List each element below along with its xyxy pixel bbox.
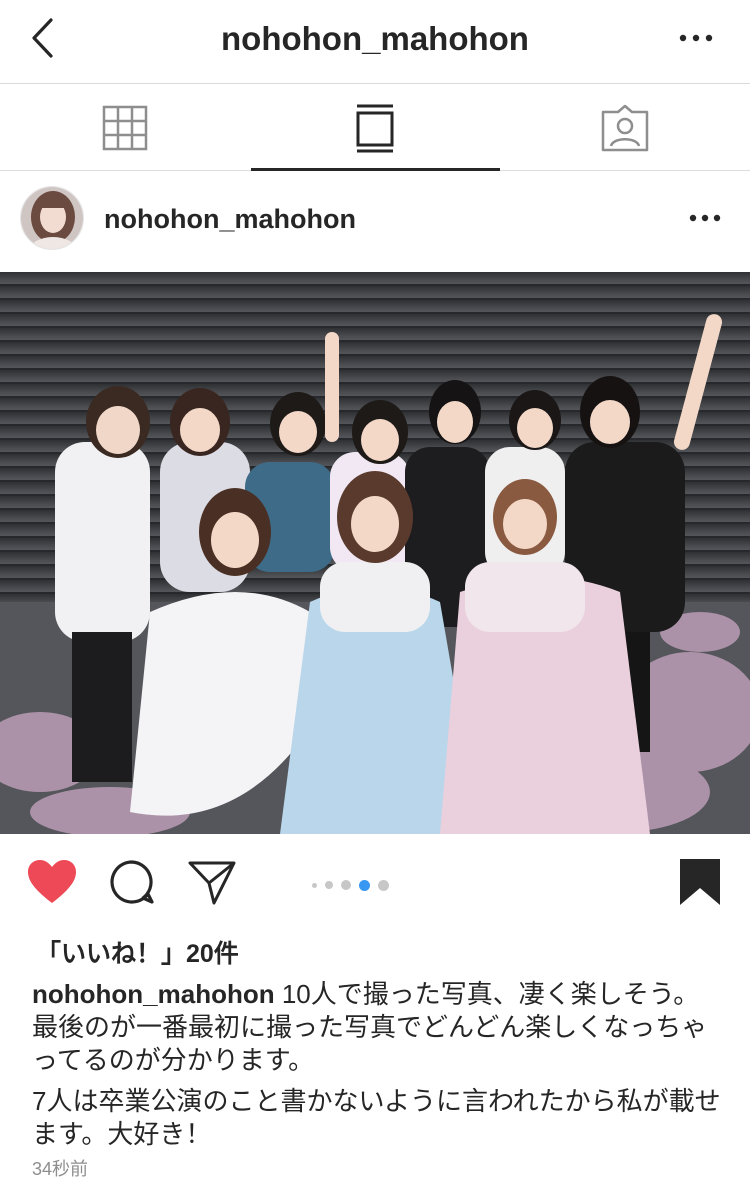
post-options-button[interactable] bbox=[688, 208, 722, 228]
carousel-dot bbox=[325, 881, 333, 889]
share-button[interactable] bbox=[184, 854, 240, 910]
profile-view-tabs bbox=[0, 85, 750, 171]
carousel-dot-active bbox=[359, 879, 370, 891]
carousel-dot bbox=[312, 882, 317, 888]
ellipsis-icon bbox=[679, 34, 713, 42]
likes-count[interactable]: 「いいね！」20件 bbox=[36, 934, 239, 970]
caption-username[interactable]: nohohon_mahohon bbox=[32, 979, 275, 1009]
carousel-dot bbox=[378, 879, 389, 891]
save-button[interactable] bbox=[672, 854, 728, 910]
bookmark-icon bbox=[680, 859, 720, 905]
tagged-icon bbox=[601, 104, 649, 152]
carousel-indicator bbox=[312, 877, 412, 893]
post-header: nohohon_mahohon bbox=[0, 172, 750, 272]
send-icon bbox=[188, 861, 236, 905]
post-username[interactable]: nohohon_mahohon bbox=[104, 204, 356, 235]
comment-button[interactable] bbox=[104, 854, 160, 910]
active-tab-indicator bbox=[251, 168, 500, 171]
heart-icon bbox=[28, 860, 76, 903]
tab-grid[interactable] bbox=[0, 85, 250, 171]
carousel-dot bbox=[341, 880, 351, 890]
caption-text-2: 7人は卒業公演のこと書かないように言われたから私が載せます。大好き！ bbox=[32, 1086, 721, 1149]
top-bar: nohohon_mahohon bbox=[0, 0, 750, 84]
more-options-button[interactable] bbox=[676, 26, 716, 50]
tab-feed[interactable] bbox=[250, 85, 500, 171]
post-timestamp: 34秒前 bbox=[32, 1159, 89, 1179]
like-button[interactable] bbox=[24, 854, 80, 910]
avatar[interactable] bbox=[20, 186, 84, 250]
post-photo[interactable] bbox=[0, 272, 750, 834]
tab-tagged[interactable] bbox=[500, 85, 750, 171]
feed-icon bbox=[356, 104, 394, 153]
ellipsis-icon bbox=[689, 214, 721, 222]
page-title: nohohon_mahohon bbox=[221, 20, 529, 57]
grid-icon bbox=[102, 105, 148, 151]
post-actions bbox=[0, 834, 750, 934]
comment-icon bbox=[110, 860, 154, 904]
post-caption: nohohon_mahohon 10人で撮った写真、凄く楽しそう。最後のが一番最… bbox=[32, 978, 722, 1151]
